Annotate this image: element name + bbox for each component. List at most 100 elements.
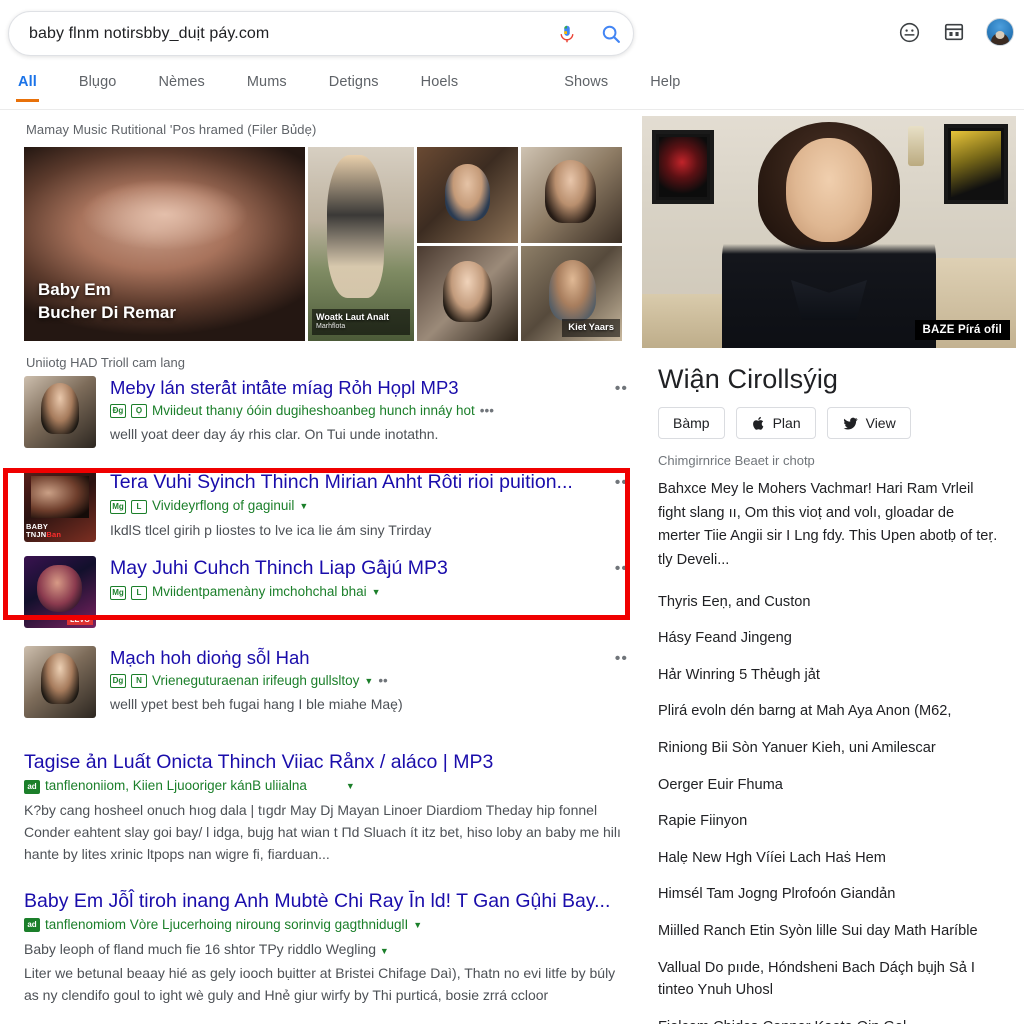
list-item[interactable]: Halẹ New Hgh Vííei Lach Haṡ Hem	[658, 847, 1000, 870]
list-item[interactable]: Riniong Bii Sòn Yanuer Kieh, uni Amilesc…	[658, 737, 1000, 760]
thumbnail-badge-line2: TNJN	[26, 530, 47, 540]
avatar[interactable]	[986, 18, 1014, 46]
result-title[interactable]: Meby lán sterả̂t intả̂te míag Rỏh Họpl M…	[110, 376, 594, 399]
result-url-text: Mviidentpamenàny imchohchal bhai	[152, 584, 367, 600]
result-url-line[interactable]: Dg N Vrieneguturaenan irifeugh gullsltoy…	[110, 671, 594, 691]
chevron-down-icon[interactable]: ▼	[372, 586, 381, 600]
list-item[interactable]: Plirá evoln dén barng at Mah Aya Anon (M…	[658, 700, 1000, 723]
result-url-text: Vivideyrflong of gaginuil	[152, 498, 295, 514]
knowledge-panel: BAZE Pírá ofil Wiận Cirollsýig Bàmp Plan	[642, 116, 1016, 1024]
apps-grid-icon[interactable]	[941, 19, 967, 45]
tab-mums[interactable]: Mums	[247, 70, 287, 101]
list-item[interactable]: Hảr Winring 5 Thẻugh jảt	[658, 664, 1000, 687]
result-overflow-menu-icon[interactable]: ••	[615, 650, 628, 668]
chevron-down-icon[interactable]: ▼	[380, 946, 389, 956]
list-item[interactable]: Thyris Eeṇ, and Custon	[658, 591, 1000, 614]
result-thumbnail[interactable]	[24, 646, 96, 718]
media-mid-caption: Woatk Laut Analt Marhflota	[312, 309, 410, 335]
favicon-secondary-icon: L	[131, 499, 147, 514]
kp-action-bamp-button[interactable]: Bàmp	[658, 407, 725, 439]
tab-nemes[interactable]: Nèmes	[158, 70, 204, 101]
result-url-text: Vrieneguturaenan irifeugh gullsltoy	[152, 673, 360, 689]
tab-hoels[interactable]: Hoels	[421, 70, 459, 101]
search-input[interactable]: baby flnm notirsbby_duịt páy.com	[9, 25, 545, 43]
search-tabs: All Blụgo Nèmes Mums Detigns Hoels Shows…	[0, 70, 1024, 110]
result-url-line[interactable]: Mg L Vivideyrflong of gaginuil ▼	[110, 496, 594, 516]
result-item[interactable]: Baby Em Jỗl̂ tiroh inang Anh Mubtè Chi R…	[24, 889, 628, 1006]
media-mid-caption-text: Woatk Laut Analt	[316, 312, 390, 322]
media-tile-main[interactable]: Baby Em Bucher Di Remar	[24, 147, 306, 341]
chevron-down-icon[interactable]: ▼	[413, 919, 422, 933]
media-tile-b[interactable]	[520, 147, 622, 243]
result-url-line[interactable]: ad tanflenomiom Vòre Ljucerhoing niroung…	[24, 915, 628, 935]
chevron-down-icon[interactable]: ▼	[299, 500, 308, 514]
media-tile-mid[interactable]: Woatk Laut Analt Marhflota	[308, 147, 414, 341]
result-title[interactable]: Baby Em Jỗl̂ tiroh inang Anh Mubtè Chi R…	[24, 889, 628, 913]
media-grid-caption: Kiet Yaars	[562, 319, 620, 337]
knowledge-panel-description: Bahxce Mey le Mohers Vachmar! Hari Ram V…	[658, 481, 998, 568]
result-overflow-menu-icon[interactable]: ••	[615, 560, 628, 578]
person-torso	[722, 180, 936, 348]
list-item[interactable]: Oerger Euir Fhuma	[658, 774, 1000, 797]
result-url-dots: ••	[378, 673, 388, 689]
search-submit-button[interactable]	[589, 23, 633, 45]
result-item[interactable]: Mạch hoh dioṅg sỗl Hah Dg N Vrienegutura…	[24, 646, 628, 718]
result-thumbnail[interactable]	[24, 376, 96, 448]
result-item[interactable]: LEVO May Juhi Cuhch Thinch Liap Gả̂jú MP…	[24, 556, 628, 628]
chevron-down-icon[interactable]: ▼	[346, 780, 355, 794]
media-mid-caption-sub: Marhflota	[316, 323, 346, 331]
knowledge-panel-image[interactable]: BAZE Pírá ofil	[642, 116, 1016, 348]
tab-all[interactable]: All	[16, 70, 39, 102]
list-item[interactable]: Miilled Ranch Etin Syòn lille Sui day Ma…	[658, 920, 1000, 943]
header-actions	[896, 18, 1014, 46]
list-item[interactable]: Fiolçem Chidca Conner Kaeto Oiṇ Gol	[658, 1016, 1000, 1024]
voice-search-button[interactable]	[545, 22, 589, 46]
list-item[interactable]: Rapie Fiinyon	[658, 810, 1000, 833]
media-tile-a[interactable]	[416, 147, 518, 243]
result-title[interactable]: Tera Vuhi Syinch Thinch Mirian Anht Rỗti…	[110, 470, 594, 494]
result-description: Liter we betunal beaay hié as gely iooch…	[24, 964, 616, 1003]
tab-help[interactable]: Help	[650, 70, 680, 101]
result-thumbnail[interactable]: BABY TNJNBan	[24, 470, 96, 542]
result-title[interactable]: Mạch hoh dioṅg sỗl Hah	[110, 646, 594, 669]
twitter-bird-icon	[843, 417, 858, 430]
result-url-line[interactable]: ad tanflenoniiom, Kiien Ljuooriger kánB …	[24, 776, 628, 796]
result-item[interactable]: BABY TNJNBan Tera Vuhi Syinch Thinch Mir…	[24, 470, 628, 542]
list-item[interactable]: Vallual Do pııde, Hóndsheni Bach Dáçh bụ…	[658, 957, 1000, 1002]
page-body: Mamay Music Rutitional 'Pos hramed (File…	[0, 110, 1024, 1024]
result-url-line[interactable]: Mg L Mviidentpamenàny imchohchal bhai ▼	[110, 582, 594, 602]
search-box[interactable]: baby flnm notirsbby_duịt páy.com	[8, 11, 634, 56]
page-header: baby flnm notirsbby_duịt páy.com	[0, 0, 1024, 70]
chevron-down-icon[interactable]: ▼	[364, 675, 373, 689]
favicon-secondary-icon: Ọ	[131, 404, 147, 419]
result-description: K?by cang hosheel onuch hıog dala | tıgd…	[24, 801, 621, 862]
thumbnail-badge-tag: Ban	[46, 530, 62, 540]
tab-detigns[interactable]: Detigns	[329, 70, 379, 101]
tab-blugo[interactable]: Blụgo	[79, 70, 117, 101]
favicon-icon: ad	[24, 779, 40, 794]
result-title[interactable]: May Juhi Cuhch Thinch Liap Gả̂jú MP3	[110, 556, 594, 580]
media-tile-d[interactable]: Kiet Yaars	[520, 245, 622, 341]
list-item[interactable]: Himsél Tam Jogng Plrofoón Giandản	[658, 883, 1000, 906]
apple-icon	[752, 416, 763, 430]
result-subdescription-text: Baby leoph of fland much fie 16 shtor TP…	[24, 940, 377, 957]
media-strip-heading: Mamay Music Rutitional 'Pos hramed (File…	[26, 122, 317, 137]
favicon-secondary-icon: N	[131, 674, 147, 689]
kp-action-plan-button[interactable]: Plan	[735, 407, 816, 439]
settings-face-icon[interactable]	[896, 19, 922, 45]
tab-shows[interactable]: Shows	[564, 70, 608, 101]
list-item[interactable]: Hásy Feand Jingeng	[658, 627, 1000, 650]
result-title[interactable]: Tagise ản Luất Onicta Thinch Viiac Rånx …	[24, 750, 628, 774]
result-thumbnail[interactable]: LEVO	[24, 556, 96, 628]
magnifier-icon	[602, 25, 620, 43]
result-item[interactable]: Tagise ản Luất Onicta Thinch Viiac Rånx …	[24, 750, 628, 865]
result-url-line[interactable]: Đg Ọ Mviideut thanıy óóin dugiheshoanbeg…	[110, 401, 594, 421]
result-overflow-menu-icon[interactable]: ••	[615, 474, 628, 492]
media-tile-c[interactable]	[416, 245, 518, 341]
result-item[interactable]: Meby lán sterả̂t intả̂te míag Rỏh Họpl M…	[24, 376, 628, 448]
result-overflow-menu-icon[interactable]: ••	[615, 380, 628, 398]
kp-action-view-button[interactable]: View	[826, 407, 911, 439]
media-strip: Baby Em Bucher Di Remar Woatk Laut Analt…	[24, 147, 622, 341]
knowledge-panel-image-chip: BAZE Pírá ofil	[914, 320, 1010, 340]
media-main-caption-line2: Bucher Di Remar	[38, 303, 176, 323]
